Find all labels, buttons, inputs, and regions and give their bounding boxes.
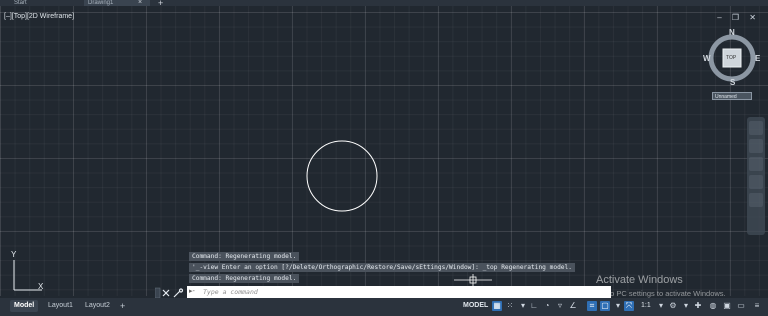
plus-icon[interactable]: ✚ bbox=[693, 301, 703, 311]
transparency-icon[interactable]: ▾ bbox=[613, 301, 623, 311]
compass-west[interactable]: W bbox=[703, 54, 711, 63]
viewport-controls-label[interactable]: [–][Top][2D Wireframe] bbox=[4, 13, 74, 20]
compass-north[interactable]: N bbox=[729, 28, 735, 37]
tab-layout2[interactable]: Layout2 bbox=[81, 300, 114, 312]
zoom-icon[interactable] bbox=[749, 157, 763, 171]
compass-south[interactable]: S bbox=[730, 78, 735, 87]
drawing-canvas[interactable] bbox=[0, 6, 768, 296]
fullscreen-icon[interactable]: ▭ bbox=[736, 301, 746, 311]
steering-wheel-icon[interactable] bbox=[749, 121, 763, 135]
isodraft-icon[interactable]: ▿ bbox=[555, 301, 565, 311]
customize-wrench-icon[interactable] bbox=[173, 288, 184, 298]
activate-windows-subtitle: Go to PC settings to activate Windows. bbox=[596, 289, 726, 298]
viewport-window-controls[interactable]: ‒ ❐ ✕ bbox=[717, 13, 760, 22]
osnap-icon[interactable]: ⌗ bbox=[587, 301, 597, 311]
grid-icon[interactable]: ▦ bbox=[492, 301, 502, 311]
workspace-menu-icon[interactable]: ▾ bbox=[681, 301, 691, 311]
command-input-box[interactable]: ▸- bbox=[187, 286, 611, 298]
command-history-line: Command: Regenerating model. bbox=[189, 274, 300, 283]
tab-layout1[interactable]: Layout1 bbox=[44, 300, 77, 312]
navigation-bar bbox=[747, 117, 765, 235]
crosshair-cursor bbox=[454, 274, 492, 286]
compass-east[interactable]: E bbox=[755, 54, 760, 63]
polar-icon[interactable]: ◔ bbox=[542, 301, 552, 311]
hardware-icon[interactable]: ▣ bbox=[722, 301, 732, 311]
circle-object[interactable] bbox=[306, 140, 378, 212]
annotation-scale[interactable]: 1:1 bbox=[641, 302, 651, 309]
add-layout-icon[interactable]: + bbox=[116, 300, 129, 312]
ucs-x-label: X bbox=[38, 282, 44, 291]
lineweight-icon[interactable]: ▢ bbox=[600, 301, 610, 311]
annotation-scale-icon[interactable]: ▾ bbox=[656, 301, 666, 311]
command-input[interactable] bbox=[203, 287, 583, 297]
command-line-tools bbox=[154, 286, 185, 299]
drawing-geometry bbox=[306, 140, 492, 286]
ucs-y-label: Y bbox=[11, 250, 17, 259]
ortho-icon[interactable]: ∟ bbox=[529, 301, 539, 311]
snap-icon[interactable]: ⁙ bbox=[505, 301, 515, 311]
customize-icon[interactable]: ≡ bbox=[752, 301, 762, 311]
command-history-line: '_-view Enter an option [?/Delete/Orthog… bbox=[189, 263, 575, 272]
command-prompt-icon[interactable]: ▸- bbox=[189, 287, 195, 295]
osnap-track-icon[interactable]: ∠ bbox=[568, 301, 578, 311]
snap-menu-icon[interactable]: ▾ bbox=[518, 301, 528, 311]
showmotion-icon[interactable] bbox=[749, 193, 763, 207]
pan-icon[interactable] bbox=[749, 139, 763, 153]
close-command-icon[interactable] bbox=[162, 289, 170, 297]
orbit-icon[interactable] bbox=[749, 175, 763, 189]
status-bar: Model Layout1 Layout2 + MODEL ▦ ⁙ ▾ ∟ ◔ … bbox=[0, 298, 768, 316]
viewcube[interactable]: TOP N E S W bbox=[703, 28, 762, 88]
tab-model[interactable]: Model bbox=[10, 300, 39, 312]
workspace-gear-icon[interactable]: ⚙ bbox=[668, 301, 678, 311]
activate-windows-title: Activate Windows bbox=[596, 274, 683, 286]
viewcube-top-face[interactable]: TOP bbox=[726, 55, 736, 61]
model-space-toggle[interactable]: MODEL bbox=[463, 302, 488, 309]
ucs-icon: Y X bbox=[4, 250, 44, 296]
isolate-icon[interactable]: ◍ bbox=[708, 301, 718, 311]
selection-cycling-icon[interactable]: ⤧ bbox=[624, 301, 634, 311]
command-history-line: Command: Regenerating model. bbox=[189, 252, 300, 261]
ucs-dropdown[interactable]: Unnamed bbox=[712, 92, 752, 100]
